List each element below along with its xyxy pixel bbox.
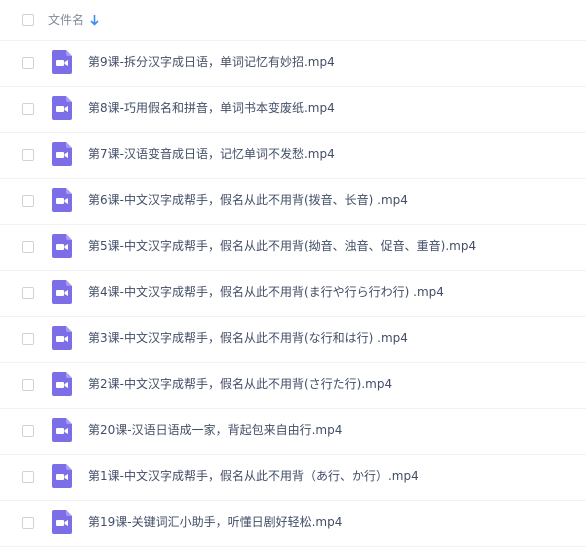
video-file-icon <box>52 234 72 258</box>
file-name[interactable]: 第5课-中文汉字成帮手，假名从此不用背(拗音、浊音、促音、重音).mp4 <box>88 238 476 254</box>
list-header: 文件名 <box>0 0 586 41</box>
file-checkbox[interactable] <box>22 517 34 529</box>
file-row[interactable]: 第2课-中文汉字成帮手，假名从此不用背(さ行た行).mp4 <box>0 363 586 409</box>
file-checkbox[interactable] <box>22 57 34 69</box>
file-name[interactable]: 第3课-中文汉字成帮手，假名从此不用背(な行和は行) .mp4 <box>88 330 408 346</box>
file-name[interactable]: 第8课-巧用假名和拼音，单词书本变废纸.mp4 <box>88 100 335 116</box>
file-row[interactable]: 第5课-中文汉字成帮手，假名从此不用背(拗音、浊音、促音、重音).mp4 <box>0 225 586 271</box>
file-name[interactable]: 第9课-拆分汉字成日语，单词记忆有妙招.mp4 <box>88 54 335 70</box>
file-row[interactable]: 第1课-中文汉字成帮手，假名从此不用背（あ行、か行）.mp4 <box>0 455 586 501</box>
arrow-down-icon[interactable] <box>90 14 99 26</box>
video-file-icon <box>52 188 72 212</box>
file-checkbox[interactable] <box>22 379 34 391</box>
file-checkbox[interactable] <box>22 103 34 115</box>
video-file-icon <box>52 418 72 442</box>
file-name[interactable]: 第6课-中文汉字成帮手，假名从此不用背(拨音、长音) .mp4 <box>88 192 408 208</box>
video-file-icon <box>52 50 72 74</box>
file-name[interactable]: 第2课-中文汉字成帮手，假名从此不用背(さ行た行).mp4 <box>88 376 392 392</box>
file-row[interactable]: 第9课-拆分汉字成日语，单词记忆有妙招.mp4 <box>0 41 586 87</box>
file-checkbox[interactable] <box>22 287 34 299</box>
file-checkbox[interactable] <box>22 241 34 253</box>
video-file-icon <box>52 280 72 304</box>
file-row[interactable]: 第3课-中文汉字成帮手，假名从此不用背(な行和は行) .mp4 <box>0 317 586 363</box>
filename-column-header[interactable]: 文件名 <box>48 12 99 28</box>
file-checkbox[interactable] <box>22 149 34 161</box>
file-row[interactable]: 第20课-汉语日语成一家，背起包来自由行.mp4 <box>0 409 586 455</box>
file-row[interactable]: 第7课-汉语变音成日语，记忆单词不发愁.mp4 <box>0 133 586 179</box>
select-all-checkbox[interactable] <box>22 14 34 26</box>
file-name[interactable]: 第19课-关键词汇小助手，听懂日剧好轻松.mp4 <box>88 514 342 530</box>
file-list: 文件名 第9课-拆分汉字成日语，单词记忆有妙招.mp4 第8课-巧用假名和拼音，… <box>0 0 586 547</box>
file-row[interactable]: 第6课-中文汉字成帮手，假名从此不用背(拨音、长音) .mp4 <box>0 179 586 225</box>
file-row[interactable]: 第8课-巧用假名和拼音，单词书本变废纸.mp4 <box>0 87 586 133</box>
video-file-icon <box>52 464 72 488</box>
video-file-icon <box>52 326 72 350</box>
file-name[interactable]: 第1课-中文汉字成帮手，假名从此不用背（あ行、か行）.mp4 <box>88 468 419 484</box>
video-file-icon <box>52 510 72 534</box>
video-file-icon <box>52 372 72 396</box>
video-file-icon <box>52 142 72 166</box>
file-checkbox[interactable] <box>22 333 34 345</box>
file-row[interactable]: 第4课-中文汉字成帮手，假名从此不用背(ま行や行ら行わ行) .mp4 <box>0 271 586 317</box>
filename-column-label: 文件名 <box>48 13 85 27</box>
file-checkbox[interactable] <box>22 195 34 207</box>
file-row[interactable]: 第19课-关键词汇小助手，听懂日剧好轻松.mp4 <box>0 501 586 547</box>
file-rows: 第9课-拆分汉字成日语，单词记忆有妙招.mp4 第8课-巧用假名和拼音，单词书本… <box>0 41 586 547</box>
video-file-icon <box>52 96 72 120</box>
file-name[interactable]: 第20课-汉语日语成一家，背起包来自由行.mp4 <box>88 422 342 438</box>
file-name[interactable]: 第4课-中文汉字成帮手，假名从此不用背(ま行や行ら行わ行) .mp4 <box>88 284 444 300</box>
file-name[interactable]: 第7课-汉语变音成日语，记忆单词不发愁.mp4 <box>88 146 335 162</box>
file-checkbox[interactable] <box>22 425 34 437</box>
file-checkbox[interactable] <box>22 471 34 483</box>
